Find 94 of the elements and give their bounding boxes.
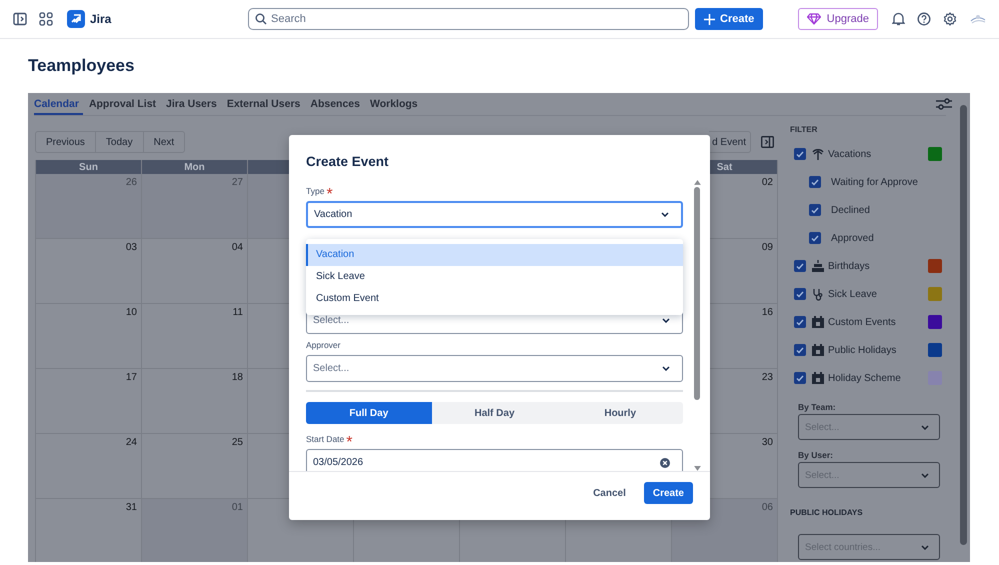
app-grid-icon[interactable] [39,12,53,26]
avatar-icon[interactable] [969,12,987,26]
nav-button[interactable]: Today [94,131,144,153]
chevron-down-icon [662,318,670,323]
scroll-down-icon[interactable] [694,466,700,471]
upgrade-button[interactable]: Upgrade [798,8,878,30]
create-button[interactable]: Create [695,8,764,30]
day-cell[interactable]: 24 [36,434,142,499]
color-swatch[interactable] [928,147,942,161]
filter-label: Holiday Scheme [828,372,901,384]
required-marker: * [326,186,333,204]
sidebar-toggle-icon[interactable] [761,136,774,148]
settings-icon[interactable] [943,12,957,26]
field-label: Approver [306,340,340,350]
calendar-icon [812,372,824,384]
section-heading: PUBLIC HOLIDAYS [790,508,864,519]
day-cell[interactable]: 27 [142,174,248,239]
day-cell[interactable]: 17 [36,369,142,434]
tab[interactable]: Jira Users [162,98,221,114]
help-icon[interactable] [917,12,931,26]
nav-button[interactable]: Next [142,131,186,153]
dropdown-option[interactable]: Vacation [306,244,683,266]
color-swatch[interactable] [928,343,942,357]
notification-bell-icon[interactable] [892,12,905,26]
filter-label: Approved [831,232,874,244]
cake-icon [812,260,824,272]
diamond-icon [806,13,821,25]
day-cell[interactable]: 03 [36,239,142,304]
filter-label: Sick Leave [828,288,877,300]
checkbox[interactable] [809,204,821,216]
filter-label: Custom Events [828,316,896,328]
cancel-button[interactable]: Cancel [585,482,634,504]
checkbox[interactable] [809,176,821,188]
filter-heading: FILTER [790,125,818,136]
day-cell[interactable]: 11 [142,304,248,369]
nav-button[interactable]: Previous [35,131,96,153]
filter-settings-icon[interactable] [936,98,952,110]
day-cell[interactable]: 18 [142,369,248,434]
filter-label: Waiting for Approve [831,176,918,188]
dialog-title: Create Event [305,153,390,171]
field-label: By User: [798,450,834,460]
filter-label: Birthdays [828,260,870,272]
checkbox[interactable] [794,344,806,356]
field-label: Type [306,186,324,196]
tab[interactable]: Approval List [84,98,160,114]
approver-select[interactable]: Select... [306,355,683,382]
required-marker: * [346,434,353,452]
plus-icon [704,14,715,24]
date-field[interactable]: 03/05/2026 [306,449,683,471]
tab[interactable]: Absences [306,98,364,114]
duration-tab[interactable]: Half Day [432,402,558,424]
chevron-down-icon [661,212,669,217]
weekday-header: Sun [36,160,142,174]
sidebar-toggle-icon[interactable] [13,12,27,26]
tab[interactable]: Worklogs [366,98,422,114]
search-icon [255,13,267,25]
stethoscope-icon [812,288,824,300]
day-cell[interactable]: 10 [36,304,142,369]
duration-tab[interactable]: Full Day [306,402,432,424]
checkbox[interactable] [794,260,806,272]
chevron-down-icon [662,366,670,371]
type-select[interactable]: Vacation [306,201,683,228]
checkbox[interactable] [809,232,821,244]
calendar-icon [812,344,824,356]
chevron-down-icon [921,544,929,550]
field-label: By Team: [798,402,837,412]
day-cell[interactable]: 26 [36,174,142,239]
day-cell[interactable]: 04 [142,239,248,304]
jira-logo-icon[interactable] [67,10,85,28]
filter-label: Public Holidays [828,344,896,356]
app-name: Jira [90,12,112,26]
checkbox[interactable] [794,316,806,328]
day-cell[interactable]: 01 [142,499,248,562]
filter-label: Vacations [828,148,872,160]
chevron-down-icon [921,472,929,478]
tab[interactable]: Calendar [34,98,83,114]
checkbox[interactable] [794,372,806,384]
palm-tree-icon [812,148,824,160]
filter-label: Declined [831,204,870,216]
calendar-icon [812,316,824,328]
weekday-header: Mon [142,160,248,174]
clear-icon[interactable] [660,458,670,468]
color-swatch[interactable] [928,259,942,273]
search-field[interactable]: Search [248,8,689,30]
chevron-down-icon [921,424,929,430]
create-button[interactable]: Create [644,482,693,504]
checkbox[interactable] [794,288,806,300]
checkbox[interactable] [794,148,806,160]
field-label: Start Date [306,434,344,444]
color-swatch[interactable] [928,315,942,329]
color-swatch[interactable] [928,287,942,301]
page-title: Teamployees [27,55,136,77]
tab[interactable]: External Users [222,98,304,114]
add-event-button[interactable]: d Event [709,131,751,153]
